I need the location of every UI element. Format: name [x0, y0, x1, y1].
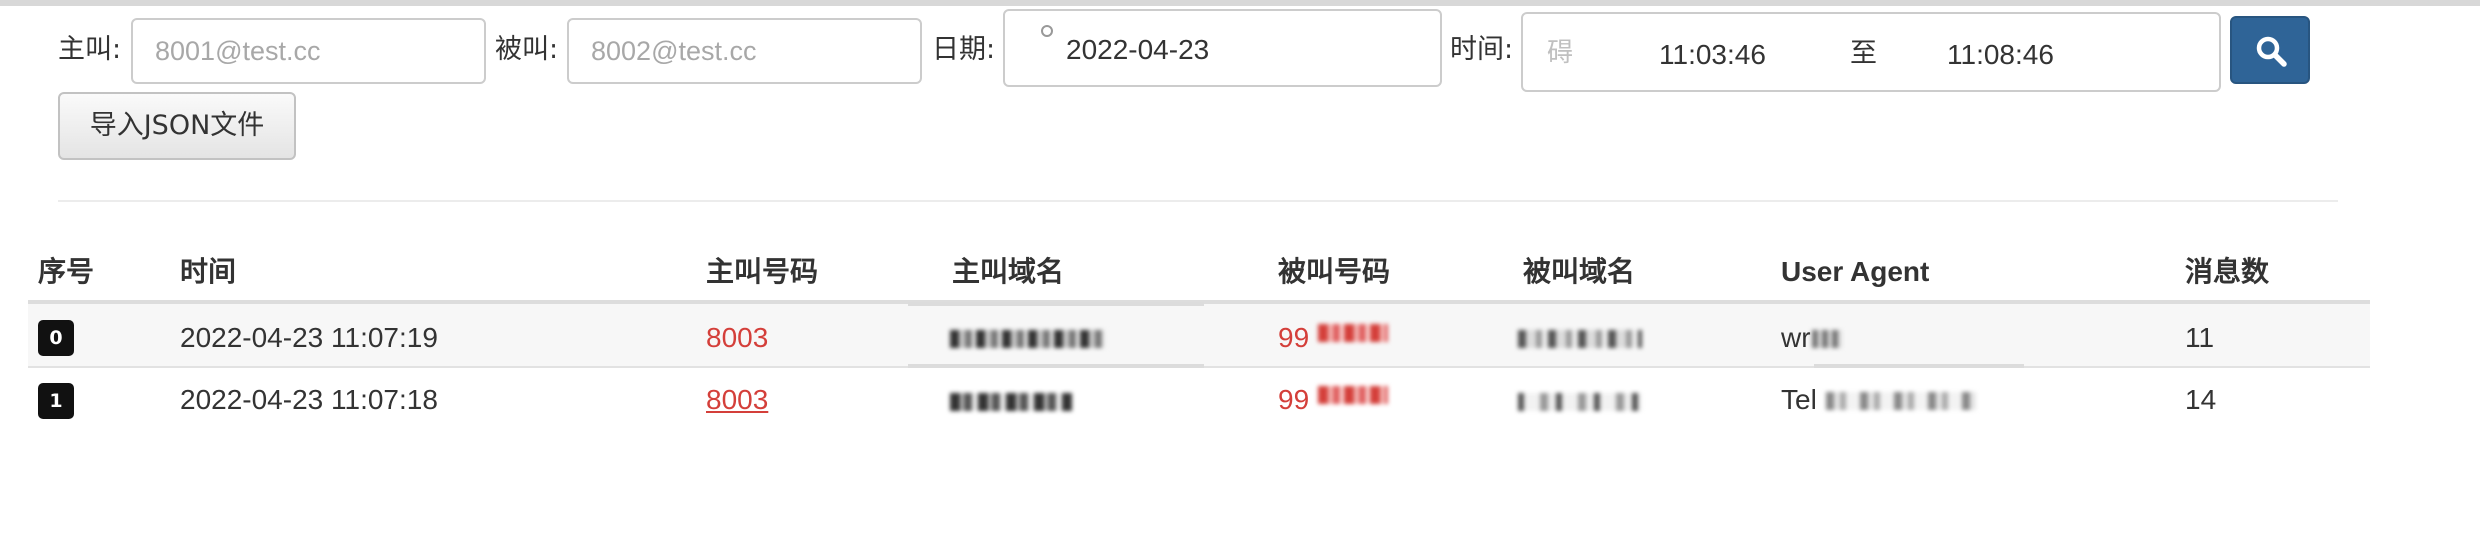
callee-number-redacted — [1318, 324, 1388, 342]
row-messages: 14 — [2185, 384, 2217, 415]
col-header-caller-number: 主叫号码 — [706, 255, 819, 288]
user-agent-redacted — [1826, 392, 1976, 410]
caller-input[interactable] — [133, 20, 484, 82]
callee-domain-redacted — [1518, 330, 1642, 348]
callee-domain-redacted — [1518, 393, 1642, 411]
time-end-input[interactable]: 11:08:46 — [1947, 41, 2054, 69]
window-top-border — [0, 0, 2480, 6]
cell-shadow — [1814, 364, 2024, 368]
date-field[interactable]: 2022-04-23 — [1003, 9, 1442, 87]
clock-icon: 碍 — [1547, 38, 1574, 68]
time-start-input[interactable]: 11:03:46 — [1659, 41, 1766, 69]
import-json-button[interactable]: 导入JSON文件 — [58, 92, 296, 160]
col-header-messages: 消息数 — [2185, 255, 2270, 288]
caller-domain-redacted — [950, 330, 1106, 348]
row-index-badge: 0 — [38, 320, 74, 356]
row-messages: 11 — [2185, 322, 2215, 353]
time-range-field[interactable]: 碍 11:03:46 至 11:08:46 — [1521, 12, 2221, 92]
row-caller-number: 8003 — [706, 322, 769, 353]
col-header-user-agent: User Agent — [1781, 256, 1930, 287]
callee-input[interactable] — [569, 20, 920, 82]
row-index-badge: 1 — [38, 383, 74, 419]
caller-field[interactable] — [131, 18, 486, 84]
caller-label: 主叫: — [58, 34, 122, 65]
row-user-agent: Tel — [1781, 384, 1817, 415]
row-caller-number-link[interactable]: 8003 — [706, 386, 768, 414]
calendar-icon — [1041, 25, 1053, 37]
search-button[interactable] — [2230, 16, 2310, 84]
row-callee-number: 99 — [1278, 322, 1310, 353]
callee-field[interactable] — [567, 18, 922, 84]
caller-domain-redacted — [950, 393, 1072, 411]
col-header-time: 时间 — [180, 255, 237, 288]
col-header-caller-domain: 主叫域名 — [952, 255, 1065, 288]
time-range-separator: 至 — [1850, 38, 1877, 69]
row-user-agent: wr — [1781, 322, 1811, 353]
row-time: 2022-04-23 11:07:18 — [180, 384, 438, 415]
search-icon — [2256, 36, 2287, 67]
callee-label: 被叫: — [495, 34, 559, 65]
section-divider — [58, 200, 2338, 202]
callee-number-redacted — [1318, 386, 1388, 404]
col-header-callee-number: 被叫号码 — [1278, 255, 1391, 288]
cell-shadow — [908, 302, 1204, 306]
col-header-index: 序号 — [38, 255, 95, 288]
col-header-callee-domain: 被叫域名 — [1523, 255, 1636, 288]
time-label: 时间: — [1450, 34, 1514, 65]
row-callee-number: 99 — [1278, 384, 1310, 415]
date-label: 日期: — [932, 34, 996, 65]
user-agent-redacted — [1812, 330, 1842, 348]
date-value: 2022-04-23 — [1066, 34, 1210, 65]
row-time: 2022-04-23 11:07:19 — [180, 322, 438, 353]
